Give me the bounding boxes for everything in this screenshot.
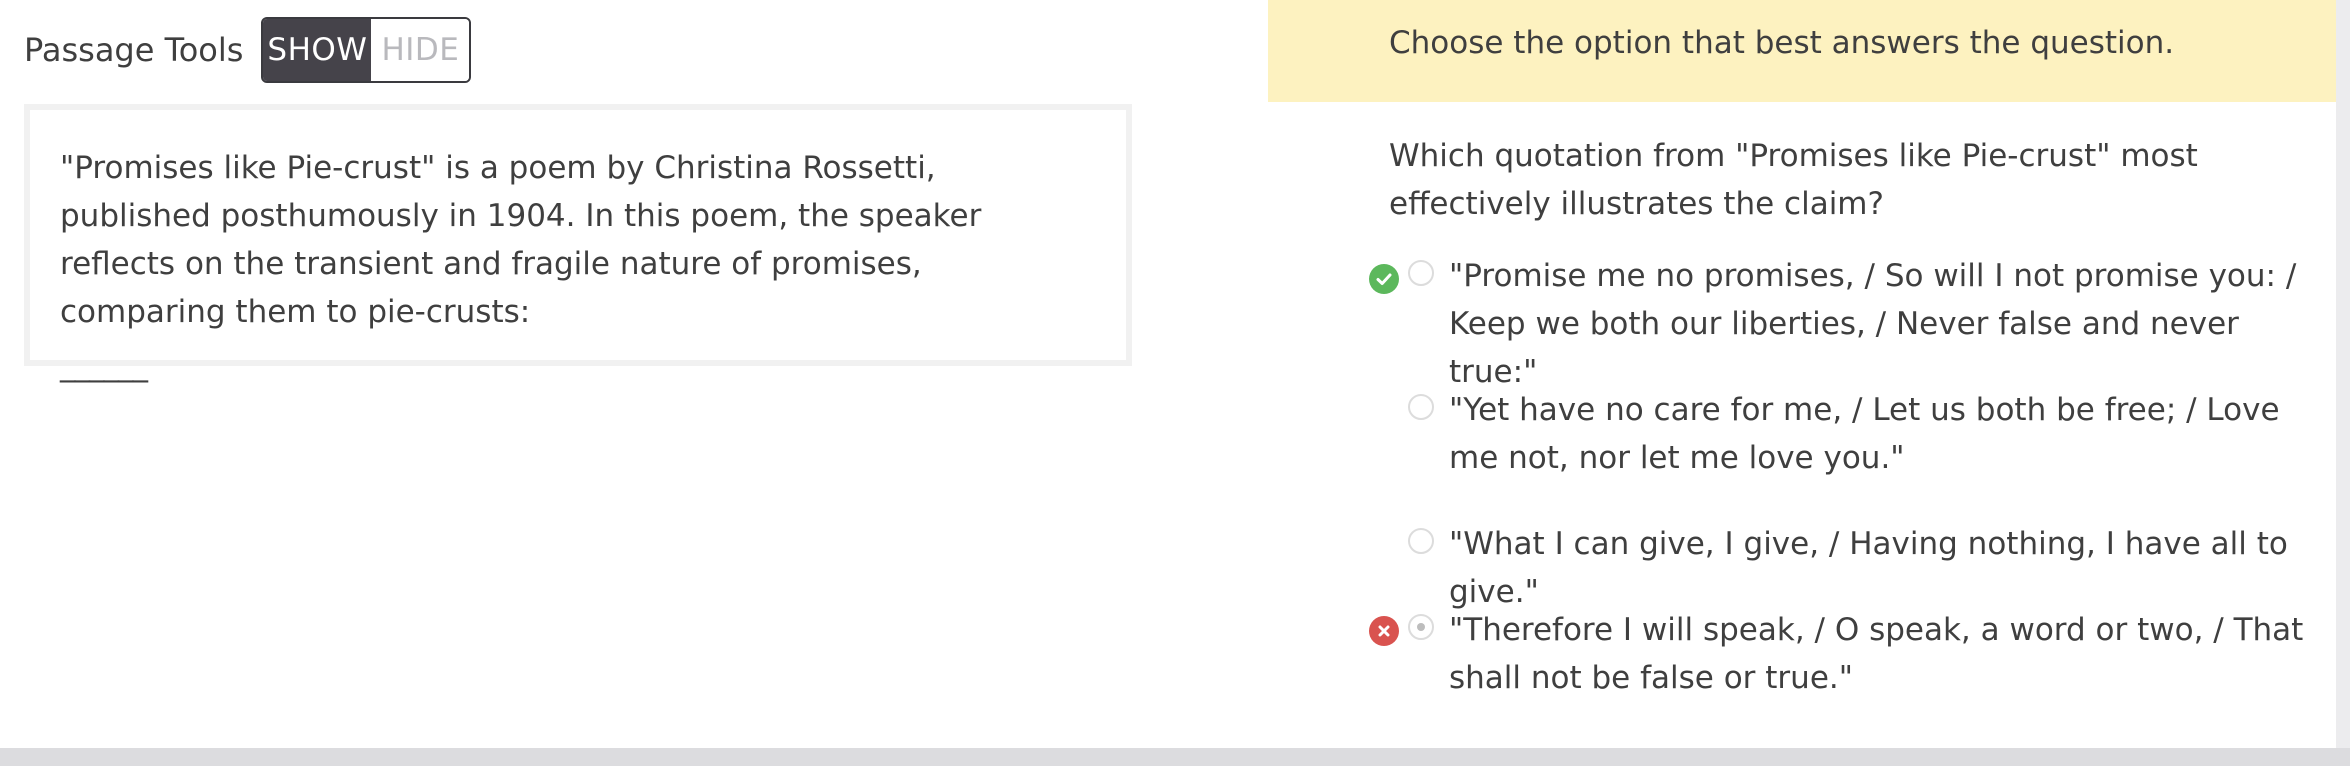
- question-pane: Choose the option that best answers the …: [1268, 0, 2336, 748]
- option-radio[interactable]: [1408, 394, 1434, 420]
- bottom-bar: [0, 748, 2350, 766]
- passage-blank: ______: [60, 347, 148, 383]
- passage-box: "Promises like Pie-crust" is a poem by C…: [24, 104, 1132, 382]
- show-button[interactable]: SHOW: [263, 19, 372, 81]
- option-radio[interactable]: [1408, 528, 1434, 554]
- option-radio-selected[interactable]: [1408, 614, 1434, 640]
- hide-button[interactable]: HIDE: [371, 19, 470, 81]
- passage-text: "Promises like Pie-crust" is a poem by C…: [60, 150, 982, 330]
- option-text[interactable]: "Promise me no promises, / So will I not…: [1449, 252, 2329, 396]
- option-text[interactable]: "Yet have no care for me, / Let us both …: [1449, 386, 2329, 482]
- page: Passage Tools SHOW HIDE "Promises like P…: [0, 0, 2350, 766]
- right-edge: [2336, 0, 2350, 748]
- option-text[interactable]: "What I can give, I give, / Having nothi…: [1449, 520, 2329, 616]
- option-text[interactable]: "Therefore I will speak, / O speak, a wo…: [1449, 606, 2329, 702]
- instruction-banner: Choose the option that best answers the …: [1268, 0, 2336, 102]
- x-circle-icon: [1369, 616, 1399, 646]
- passage-pane: Passage Tools SHOW HIDE "Promises like P…: [0, 0, 1240, 748]
- check-circle-icon: [1369, 264, 1399, 294]
- passage-toggle: SHOW HIDE: [261, 17, 472, 83]
- question-text: Which quotation from "Promises like Pie-…: [1389, 138, 2198, 222]
- passage-tools-label: Passage Tools: [24, 31, 244, 69]
- passage-tools: Passage Tools SHOW HIDE: [24, 16, 472, 84]
- option-radio[interactable]: [1408, 260, 1434, 286]
